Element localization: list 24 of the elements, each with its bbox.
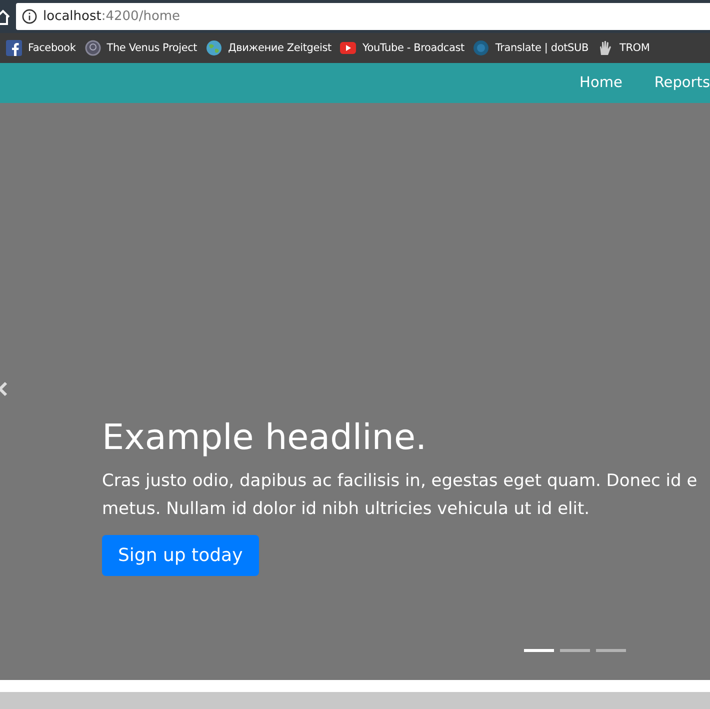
previous-icon[interactable] [0, 381, 8, 397]
home-icon[interactable] [0, 8, 10, 24]
globe-icon [206, 40, 222, 56]
globe-icon [473, 40, 490, 56]
facebook-icon [6, 40, 22, 56]
scrollbar-track[interactable] [0, 692, 710, 709]
headline: Example headline. [102, 417, 428, 460]
bookmark[interactable]: Facebook [6, 40, 76, 56]
address-field[interactable]: localhost:4200/home [16, 3, 710, 30]
play-icon [340, 40, 356, 56]
bookmark[interactable]: Translate | dotSUB [473, 40, 588, 56]
slide-indicator[interactable] [560, 649, 590, 652]
bookmark[interactable]: The Venus Project [84, 40, 198, 56]
info-icon [22, 9, 37, 24]
sign-up-button[interactable]: Sign up today [102, 535, 259, 576]
address-text: localhost:4200/home [43, 9, 180, 24]
caption-text: Cras justo odio, dapibus ac facilisis in, egestas eget quam. Donec id e metus. Nullam id dolor id nibh ultricies vehicula ut id elit. [102, 470, 698, 521]
slide-indicator[interactable] [596, 649, 626, 652]
hand-icon [597, 40, 614, 56]
bookmark[interactable]: Движение Zeitgeist [206, 40, 332, 56]
slide-indicator[interactable] [524, 649, 554, 652]
bookmark[interactable]: YouTube - Broadcast [340, 40, 464, 56]
bookmark[interactable]: TROM [597, 40, 650, 56]
circle-icon [84, 40, 101, 56]
